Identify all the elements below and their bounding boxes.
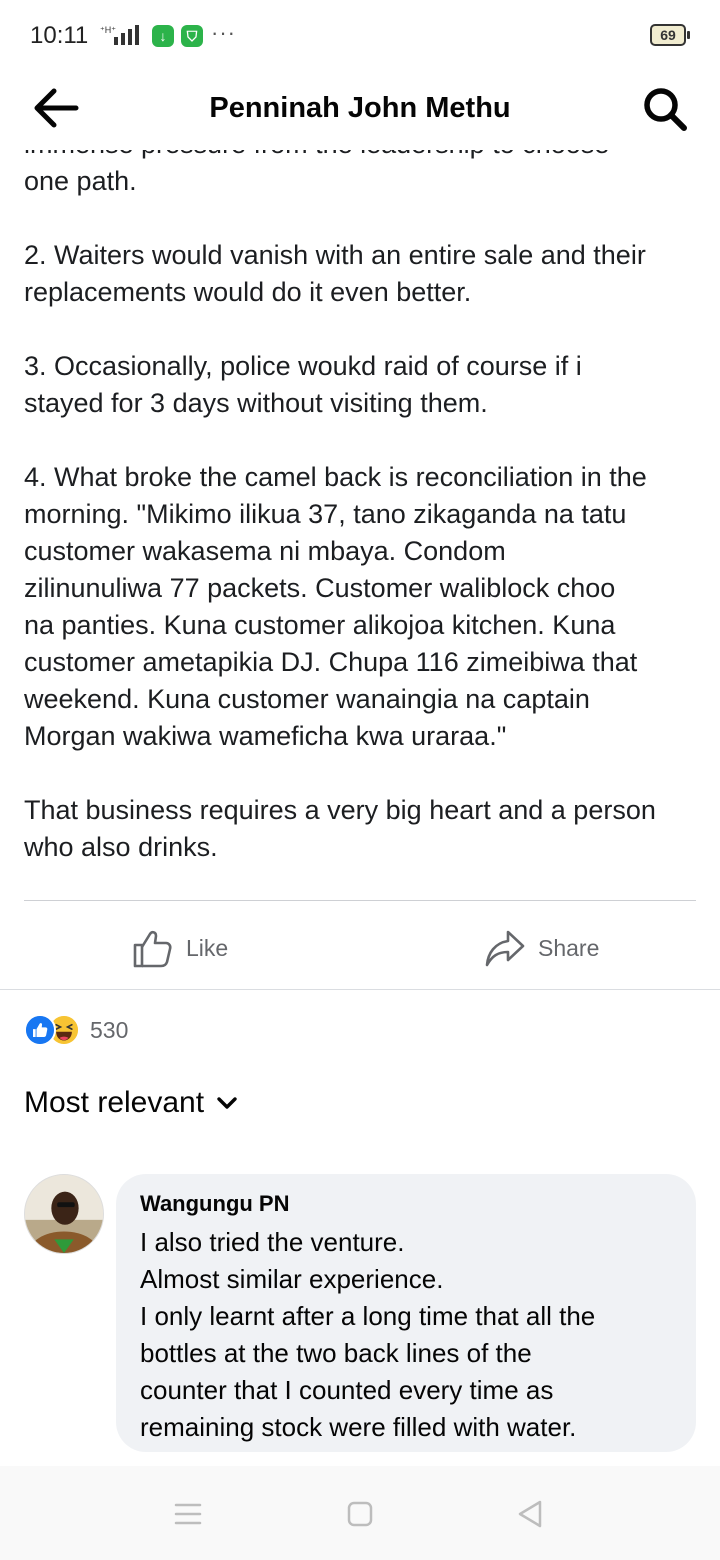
post-paragraph: That business requires a very big heart … — [24, 795, 656, 862]
signal-icon: ⁺H⁺ — [100, 25, 139, 45]
comment-text-line: remaining stock were filled with water. — [140, 1412, 577, 1442]
back-triangle-icon[interactable] — [512, 1496, 548, 1532]
home-icon[interactable] — [342, 1496, 378, 1532]
post-paragraph: immense pressure from the leadership to … — [24, 150, 609, 196]
status-more-icon: ··· — [211, 20, 236, 45]
share-label: Share — [538, 934, 600, 961]
sort-label: Most relevant — [24, 1086, 205, 1119]
app-header: Penninah John Methu — [0, 72, 720, 150]
status-time: 10:11 — [30, 22, 89, 49]
reaction-count: 530 — [90, 1016, 129, 1043]
avatar[interactable] — [24, 1174, 104, 1254]
reaction-summary[interactable]: 530 — [24, 1012, 128, 1048]
comment-bubble[interactable]: Wangungu PN I also tried the venture. Al… — [116, 1174, 696, 1452]
svg-text:⁺H⁺: ⁺H⁺ — [100, 25, 116, 35]
shield-icon: ⛉ — [181, 25, 203, 47]
share-button[interactable]: Share — [484, 920, 599, 976]
menu-icon[interactable] — [170, 1496, 206, 1532]
post-paragraph: 2. Waiters would vanish with an entire s… — [24, 240, 646, 307]
divider — [0, 989, 720, 990]
divider — [24, 900, 696, 901]
comment-sort-dropdown[interactable]: Most relevant — [24, 1086, 238, 1120]
battery-icon: 69 — [650, 24, 690, 46]
like-reaction-icon — [24, 1014, 56, 1046]
post-paragraph: 3. Occasionally, police woukd raid of co… — [24, 351, 582, 418]
comment-text-line: counter that I counted every time as — [140, 1375, 554, 1405]
comment-text-line: I only learnt after a long time that all… — [140, 1301, 596, 1331]
share-arrow-icon — [485, 930, 525, 967]
post-paragraph: 4. What broke the camel back is reconcil… — [24, 462, 647, 751]
thumbs-up-icon — [133, 930, 172, 968]
like-label: Like — [186, 934, 229, 961]
search-icon[interactable] — [640, 84, 690, 134]
chevron-down-icon — [217, 1097, 237, 1109]
post-actions: Like Share — [0, 920, 720, 976]
comment-text-line: bottles at the two back lines of the — [140, 1338, 532, 1368]
comment-text-line: Almost similar experience. — [140, 1264, 444, 1294]
comment-text-line: I also tried the venture. — [140, 1227, 405, 1257]
comment-author[interactable]: Wangungu PN — [140, 1190, 672, 1218]
system-nav-bar — [0, 1466, 720, 1560]
status-bar: 10:11 ⁺H⁺ ↓ ⛉ ··· 69 — [0, 0, 720, 72]
like-button[interactable]: Like — [132, 920, 228, 976]
download-icon: ↓ — [152, 25, 174, 47]
post-text: immense pressure from the leadership to … — [24, 150, 700, 885]
page-title: Penninah John Methu — [209, 92, 511, 124]
